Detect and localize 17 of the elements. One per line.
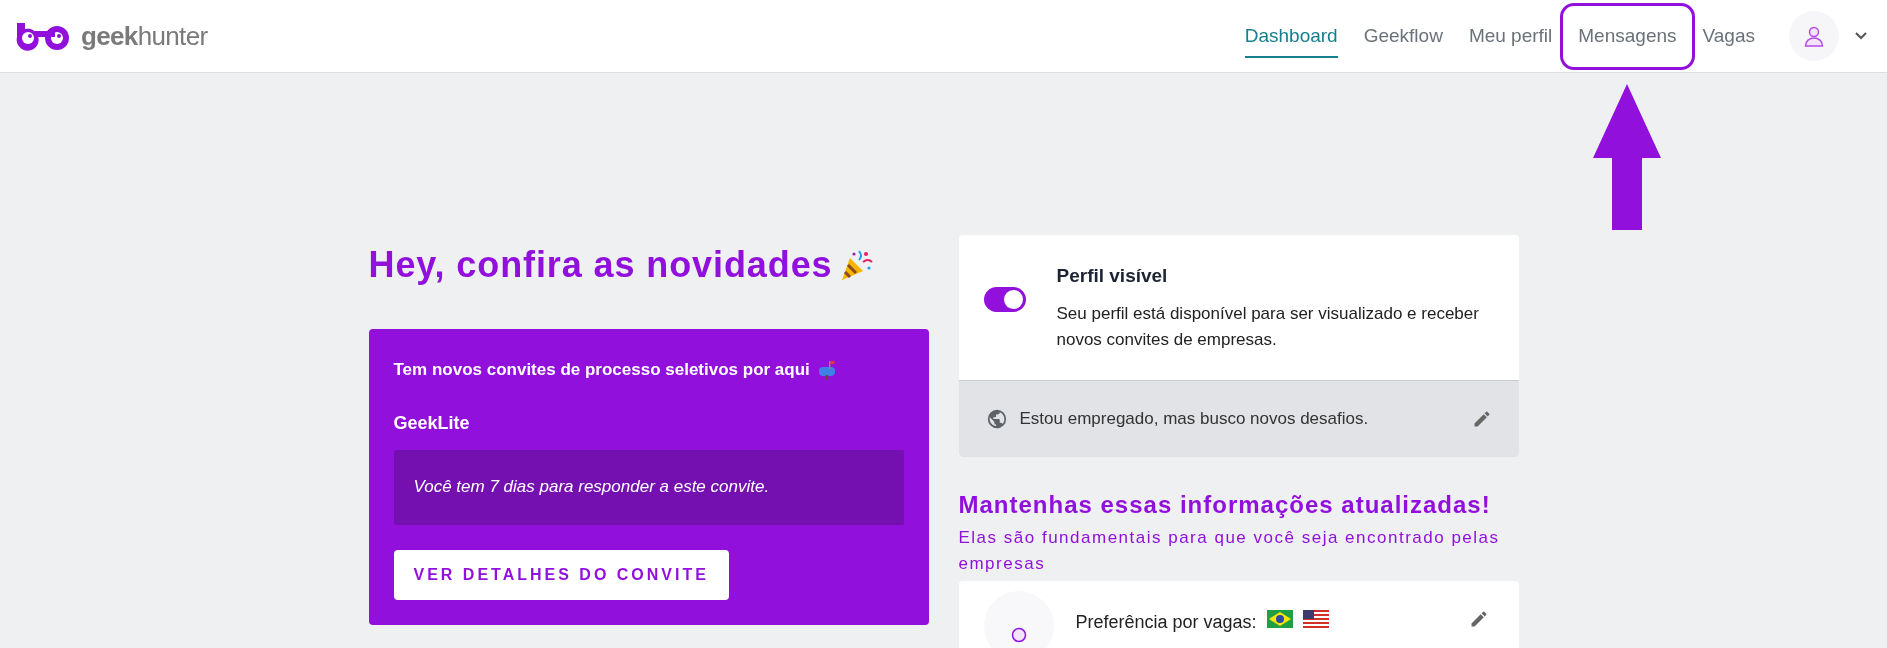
preference-label: Preferência por vagas:: [1075, 610, 1257, 634]
page-heading: Hey, confira as novidades: [368, 243, 833, 287]
nav-link[interactable]: Geekflow: [1363, 13, 1443, 59]
nav-link[interactable]: Dashboard: [1244, 13, 1338, 59]
section-subtitle: Elas são fundamentais para que você seja encontrado pelas empresas: [958, 526, 1501, 575]
brand-name: geekhunter: [81, 19, 208, 53]
invite-details-button[interactable]: VER DETALHES DO CONVITE: [393, 549, 729, 600]
employment-status: Estou empregado, mas busco novos desafios.: [1019, 407, 1369, 430]
nav-link[interactable]: Meu perfil: [1468, 13, 1553, 59]
section-heading: Mantenhas essas informações atualizadas!: [958, 489, 1492, 520]
notice-text: Você tem 7 dias para responder a este convite.: [413, 476, 770, 499]
company-name: GeekLite: [393, 411, 471, 435]
nav-link[interactable]: Mensagens: [1578, 13, 1677, 59]
nav-link[interactable]: Vagas: [1702, 13, 1755, 59]
card-description: Seu perfil está disponível para ser visualizado e receber novos convites de empresas.: [1056, 302, 1480, 351]
invite-intro: Tem novos convites de processo seletivos por aqui: [393, 359, 810, 381]
card-title: Perfil visível: [1056, 264, 1169, 288]
